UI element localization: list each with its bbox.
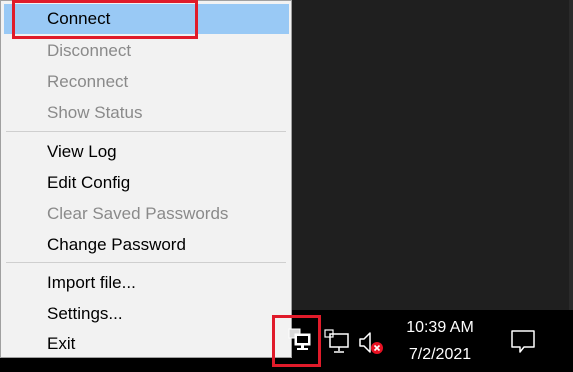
- menu-item-label: Disconnect: [47, 41, 132, 60]
- menu-item-label: Reconnect: [47, 72, 129, 91]
- network-icon[interactable]: [323, 328, 353, 356]
- menu-item-label: Change Password: [47, 235, 186, 254]
- desktop-edge: [569, 0, 573, 310]
- speaker-icon: [359, 332, 383, 354]
- network-monitor-icon: [324, 329, 349, 353]
- vpn-context-menu: Connect Disconnect Reconnect Show Status…: [0, 0, 292, 358]
- action-center-icon[interactable]: [508, 326, 538, 356]
- menu-item-show-status[interactable]: Show Status: [4, 98, 289, 128]
- menu-item-import-file[interactable]: Import file...: [4, 268, 289, 298]
- menu-item-label: Edit Config: [47, 173, 131, 192]
- menu-item-view-log[interactable]: View Log: [4, 137, 289, 167]
- clock-date[interactable]: 7/2/2021: [392, 346, 488, 364]
- menu-item-label: View Log: [47, 142, 117, 161]
- menu-item-label: Import file...: [47, 273, 136, 292]
- menu-item-change-password[interactable]: Change Password: [4, 230, 289, 260]
- notification-speech-bubble-icon: [511, 330, 535, 353]
- menu-item-label: Settings...: [47, 304, 123, 323]
- menu-item-label: Clear Saved Passwords: [47, 204, 229, 223]
- menu-item-reconnect[interactable]: Reconnect: [4, 67, 289, 97]
- vpn-tray-icon[interactable]: [286, 326, 316, 356]
- menu-item-edit-config[interactable]: Edit Config: [4, 168, 289, 198]
- menu-item-connect[interactable]: Connect: [4, 4, 289, 34]
- menu-separator: [6, 131, 286, 132]
- menu-item-label: Exit: [47, 334, 76, 353]
- clock-time[interactable]: 10:39 AM: [392, 319, 488, 337]
- menu-item-clear-saved-passwords[interactable]: Clear Saved Passwords: [4, 199, 289, 229]
- menu-item-exit[interactable]: Exit: [4, 329, 289, 359]
- volume-muted-icon[interactable]: [356, 328, 386, 358]
- menu-item-settings[interactable]: Settings...: [4, 299, 289, 329]
- menu-item-disconnect[interactable]: Disconnect: [4, 36, 289, 66]
- menu-item-label: Show Status: [47, 103, 143, 122]
- vpn-computer-icon: [288, 328, 311, 350]
- menu-separator: [6, 262, 286, 263]
- menu-item-label: Connect: [47, 9, 111, 28]
